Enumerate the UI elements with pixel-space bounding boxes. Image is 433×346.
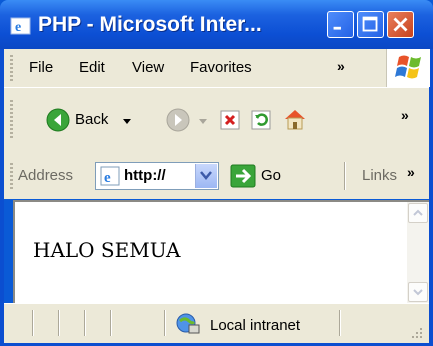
chevron-down-icon — [200, 171, 212, 180]
intranet-icon — [176, 313, 200, 334]
status-divider — [164, 310, 166, 336]
menu-view[interactable]: View — [132, 59, 164, 76]
home-icon — [285, 110, 305, 130]
scroll-up-button[interactable] — [408, 203, 428, 223]
address-input[interactable]: e http:// — [95, 162, 219, 190]
status-divider — [32, 310, 34, 336]
windows-logo-icon — [395, 55, 421, 79]
chevron-down-icon — [413, 289, 423, 296]
address-label: Address — [18, 167, 74, 184]
maximize-icon — [362, 16, 378, 32]
title-bar[interactable]: e PHP - Microsoft Inter... — [0, 0, 433, 49]
windows-logo — [386, 49, 430, 87]
menu-bar: File Edit View Favorites » — [4, 49, 430, 88]
standard-toolbar: Back » — [4, 88, 429, 155]
close-button[interactable] — [387, 11, 414, 38]
minimize-button[interactable] — [327, 11, 354, 38]
menu-edit[interactable]: Edit — [79, 59, 105, 76]
links-separator — [344, 162, 346, 190]
window-title: PHP - Microsoft Inter... — [38, 13, 262, 36]
menu-file[interactable]: File — [29, 59, 53, 76]
status-divider — [58, 310, 60, 336]
address-bar: Address e http:// Go Links » — [4, 154, 429, 199]
forward-button[interactable] — [166, 108, 216, 134]
forward-dropdown-icon[interactable] — [198, 116, 208, 126]
links-label[interactable]: Links — [362, 167, 397, 184]
scroll-down-button[interactable] — [408, 282, 428, 302]
go-button[interactable] — [230, 164, 256, 188]
minimize-icon — [333, 26, 341, 30]
refresh-icon — [251, 110, 271, 130]
status-bar: Local intranet — [4, 303, 429, 343]
vertical-scrollbar[interactable] — [407, 202, 429, 303]
menu-favorites[interactable]: Favorites — [190, 59, 252, 76]
status-divider — [110, 310, 112, 336]
svg-text:e: e — [15, 20, 21, 35]
back-dropdown-icon[interactable] — [122, 116, 132, 126]
page-icon: e — [100, 166, 120, 186]
content-text: HALO SEMUA — [33, 238, 181, 262]
menu-overflow-chevron[interactable]: » — [337, 58, 345, 74]
toolbar-overflow-chevron[interactable]: » — [401, 107, 409, 123]
links-overflow-chevron[interactable]: » — [407, 164, 415, 180]
window-frame-right — [429, 49, 433, 346]
refresh-button[interactable] — [249, 108, 273, 132]
status-divider — [339, 310, 341, 336]
svg-text:e: e — [104, 170, 111, 186]
go-label[interactable]: Go — [261, 167, 281, 184]
browser-window: e PHP - Microsoft Inter... File Edit Vie… — [0, 0, 433, 346]
stop-button[interactable] — [218, 108, 242, 132]
stop-icon — [220, 110, 240, 130]
forward-arrow-icon — [166, 108, 190, 132]
chevron-up-icon — [413, 209, 423, 216]
back-button[interactable]: Back — [46, 108, 136, 134]
address-grip[interactable] — [10, 163, 13, 191]
home-button[interactable] — [282, 106, 308, 132]
page-content[interactable]: HALO SEMUA — [13, 200, 429, 303]
address-value: http:// — [124, 167, 166, 184]
address-dropdown[interactable] — [195, 164, 217, 188]
go-arrow-icon — [230, 164, 256, 188]
status-divider — [84, 310, 86, 336]
menu-grip[interactable] — [10, 55, 13, 81]
status-zone: Local intranet — [210, 317, 301, 334]
ie-icon: e — [10, 17, 31, 35]
maximize-button[interactable] — [357, 11, 384, 38]
back-label: Back — [75, 111, 109, 128]
close-icon — [393, 17, 408, 32]
toolbar-grip[interactable] — [10, 100, 13, 140]
resize-grip-icon[interactable] — [409, 325, 423, 339]
back-arrow-icon — [46, 108, 70, 132]
